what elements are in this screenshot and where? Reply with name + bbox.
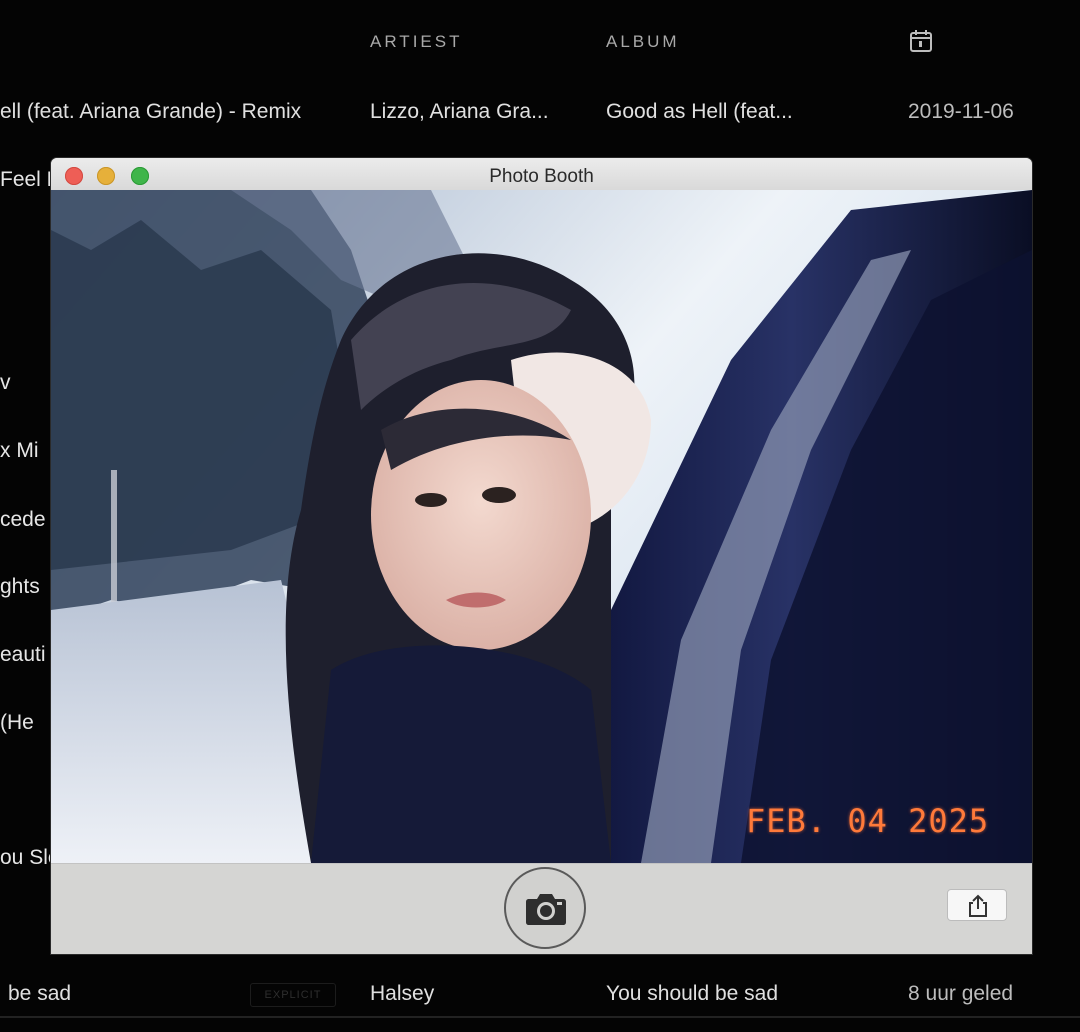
partial-track-title[interactable]: (He — [0, 711, 34, 735]
column-header-album[interactable]: ALBUM — [606, 32, 680, 52]
partial-track-title[interactable]: cede — [0, 508, 46, 532]
photo-booth-toolbar — [51, 863, 1032, 954]
title-bar[interactable]: Photo Booth — [51, 158, 1032, 191]
track-date: 8 uur geled — [908, 982, 1014, 1005]
partial-track-title[interactable]: x Mi — [0, 439, 39, 463]
camera-icon — [526, 894, 566, 925]
explicit-badge: EXPLICIT — [250, 983, 336, 1007]
share-button[interactable] — [947, 889, 1007, 921]
window-title: Photo Booth — [489, 166, 594, 187]
track-album[interactable]: You should be sad — [606, 982, 778, 1006]
track-artist[interactable]: Halsey — [370, 982, 434, 1006]
divider — [0, 1016, 1080, 1018]
track-album[interactable]: Good as Hell (feat... — [606, 100, 793, 124]
camera-preview: FEB. 04 2025 — [51, 190, 1032, 863]
partial-track-title[interactable]: v — [0, 371, 11, 395]
track-title: be sad — [8, 982, 72, 1005]
take-photo-button[interactable] — [504, 867, 586, 949]
column-header-artist[interactable]: ARTIEST — [370, 32, 462, 52]
track-artist[interactable]: Lizzo, Ariana Gra... — [370, 100, 549, 124]
track-date: 2019-11-06 — [908, 100, 1014, 123]
partial-track-title[interactable]: eauti — [0, 643, 46, 667]
date-stamp: FEB. 04 2025 — [746, 802, 990, 840]
track-title: ell (feat. Ariana Grande) - Remix — [0, 100, 302, 123]
share-icon — [969, 894, 987, 917]
calendar-icon[interactable] — [908, 28, 934, 54]
preview-image — [51, 190, 1032, 863]
partial-track-title[interactable]: ghts — [0, 575, 40, 599]
photo-booth-window[interactable]: Photo Booth FEB. 04 2025 — [51, 158, 1032, 954]
